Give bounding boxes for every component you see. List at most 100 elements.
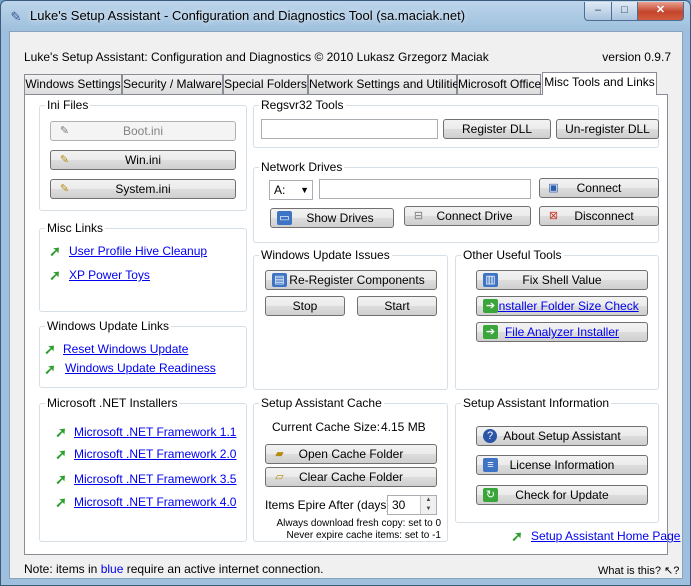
group-title: Windows Update Issues — [259, 248, 392, 262]
drive-icon: ▭ — [277, 211, 292, 225]
green-arrow-icon: ➚ — [55, 446, 67, 462]
dropdown-arrow-icon: ▼ — [300, 185, 309, 195]
client-area: Luke's Setup Assistant: Configuration an… — [9, 31, 683, 579]
check-for-update-button[interactable]: ↻ Check for Update — [476, 485, 648, 505]
computer-icon: ▣ — [548, 182, 559, 194]
link-net-framework-2-0[interactable]: Microsoft .NET Framework 2.0 — [74, 447, 236, 461]
group-title: Setup Assistant Cache — [259, 396, 384, 410]
windows-update-issues-group: Windows Update Issues ▤ Re-Register Compo… — [253, 248, 448, 390]
misc-links-group: Misc Links ➚ User Profile Hive Cleanup ➚… — [39, 221, 247, 312]
tab-misc-tools[interactable]: Misc Tools and Links — [542, 72, 657, 95]
cache-size-value: 4.15 MB — [381, 420, 426, 434]
green-arrow-icon: ➚ — [44, 341, 56, 357]
green-arrow-icon: ➚ — [55, 471, 67, 487]
other-tools-group: Other Useful Tools ▥ Fix Shell Value ➔ Ins… — [455, 248, 659, 390]
folder-icon: ▱ — [275, 471, 284, 483]
license-information-button[interactable]: ≡ License Information — [476, 455, 648, 475]
info-group: Setup Assistant Information ? About Setup… — [455, 396, 659, 523]
file-analyzer-installer-button[interactable]: ➔ File Analyzer Installer — [476, 322, 648, 342]
register-dll-button[interactable]: Register DLL — [443, 119, 551, 139]
group-title: Other Useful Tools — [461, 248, 564, 262]
net-installers-group: Microsoft .NET Installers ➚ Microsoft .N… — [39, 396, 247, 542]
disconnect-drive-icon: ⊠ — [548, 210, 559, 222]
green-arrow-icon: ➚ — [55, 424, 67, 440]
dll-path-input[interactable] — [261, 119, 438, 139]
network-path-input[interactable] — [319, 179, 531, 199]
shell-icon: ▥ — [483, 273, 498, 287]
link-net-framework-3-5[interactable]: Microsoft .NET Framework 3.5 — [74, 472, 236, 486]
app-window: ✎ Luke's Setup Assistant - Configuration… — [0, 0, 691, 586]
tab-network-settings[interactable]: Network Settings and Utilities — [308, 74, 465, 94]
installer-folder-size-button[interactable]: ➔ Installer Folder Size Check — [476, 296, 648, 316]
link-home-page[interactable]: Setup Assistant Home Page — [531, 529, 680, 543]
tab-special-folders[interactable]: Special Folders — [223, 74, 308, 94]
cache-note-never: Never expire cache items: set to -1 — [286, 530, 441, 541]
group-title: Network Drives — [259, 160, 345, 174]
connect-button[interactable]: ▣ Connect — [539, 178, 659, 198]
folder-icon: ▰ — [275, 448, 284, 460]
network-drive-icon: ⊟ — [413, 210, 424, 222]
close-button[interactable]: ✕ — [637, 2, 684, 21]
group-title: Regsvr32 Tools — [259, 98, 346, 112]
drive-letter-select[interactable]: A: ▼ — [269, 180, 313, 200]
group-title: Ini Files — [45, 98, 91, 112]
green-arrow-icon: ➚ — [511, 528, 523, 544]
group-title: Misc Links — [45, 221, 106, 235]
cache-note-fresh: Always download fresh copy: set to 0 — [276, 518, 441, 529]
wrench-icon: ✎ — [10, 9, 22, 24]
clear-cache-folder-button[interactable]: ▱ Clear Cache Folder — [265, 467, 437, 487]
tab-security-malware[interactable]: Security / Malware — [122, 74, 223, 94]
system-ini-button[interactable]: ✎ System.ini — [50, 179, 236, 199]
notepad-icon: ✎ — [59, 154, 70, 166]
green-arrow-icon: ➚ — [49, 267, 61, 283]
status-note: Note: items in blue require an active in… — [24, 562, 324, 576]
green-arrow-icon: ➚ — [55, 494, 67, 510]
green-arrow-icon: ➔ — [483, 299, 498, 313]
expire-days-label: Items Epire After (days): — [265, 498, 394, 512]
link-user-profile-hive-cleanup[interactable]: User Profile Hive Cleanup — [69, 244, 207, 258]
link-reset-windows-update[interactable]: Reset Windows Update — [63, 342, 188, 356]
show-drives-button[interactable]: ▭ Show Drives — [270, 208, 394, 228]
link-xp-power-toys[interactable]: XP Power Toys — [69, 268, 150, 282]
unregister-dll-button[interactable]: Un-register DLL — [556, 119, 659, 139]
expire-days-stepper[interactable]: 30 ▲ ▼ — [387, 495, 437, 515]
cache-size-label: Current Cache Size: — [272, 420, 381, 434]
connect-drive-button[interactable]: ⊟ Connect Drive — [404, 206, 531, 226]
title-bar[interactable]: ✎ Luke's Setup Assistant - Configuration… — [1, 1, 690, 31]
about-button[interactable]: ? About Setup Assistant — [476, 426, 648, 446]
help-icon: ? — [483, 429, 497, 443]
stop-button[interactable]: Stop — [265, 296, 345, 316]
version-label: version 0.9.7 — [602, 50, 671, 64]
minimize-button[interactable]: – — [584, 2, 612, 21]
spin-up-icon[interactable]: ▲ — [420, 496, 436, 505]
refresh-icon: ↻ — [483, 488, 498, 502]
group-title: Windows Update Links — [45, 319, 172, 333]
maximize-button[interactable]: □ — [611, 2, 638, 21]
open-cache-folder-button[interactable]: ▰ Open Cache Folder — [265, 444, 437, 464]
green-arrow-icon: ➚ — [44, 361, 56, 377]
link-net-framework-4-0[interactable]: Microsoft .NET Framework 4.0 — [74, 495, 236, 509]
what-is-this-help[interactable]: What is this? ↖? — [598, 564, 679, 577]
status-blue-word: blue — [100, 562, 124, 576]
document-icon: ≡ — [483, 458, 498, 472]
start-button[interactable]: Start — [357, 296, 437, 316]
app-header-text: Luke's Setup Assistant: Configuration an… — [24, 50, 489, 64]
green-arrow-icon: ➚ — [49, 243, 61, 259]
tab-microsoft-office[interactable]: Microsoft Office — [457, 74, 541, 94]
tab-windows-settings[interactable]: Windows Settings — [24, 74, 122, 94]
regsvr32-group: Regsvr32 Tools Register DLL Un-register … — [253, 98, 659, 148]
windows-update-links-group: Windows Update Links ➚ Reset Windows Upd… — [39, 319, 247, 388]
spin-down-icon[interactable]: ▼ — [420, 505, 436, 514]
window-title: Luke's Setup Assistant - Configuration a… — [30, 8, 466, 23]
cache-group: Setup Assistant Cache Current Cache Size… — [253, 396, 448, 542]
win-ini-button[interactable]: ✎ Win.ini — [50, 150, 236, 170]
disconnect-button[interactable]: ⊠ Disconnect — [539, 206, 659, 226]
notepad-icon: ✎ — [59, 183, 70, 195]
fix-shell-value-button[interactable]: ▥ Fix Shell Value — [476, 270, 648, 290]
group-title: Setup Assistant Information — [461, 396, 612, 410]
reregister-components-button[interactable]: ▤ Re-Register Components — [265, 270, 437, 290]
group-title: Microsoft .NET Installers — [45, 396, 180, 410]
boot-ini-button[interactable]: ✎ Boot.ini — [50, 121, 236, 141]
link-windows-update-readiness[interactable]: Windows Update Readiness — [65, 361, 216, 375]
link-net-framework-1-1[interactable]: Microsoft .NET Framework 1.1 — [74, 425, 236, 439]
